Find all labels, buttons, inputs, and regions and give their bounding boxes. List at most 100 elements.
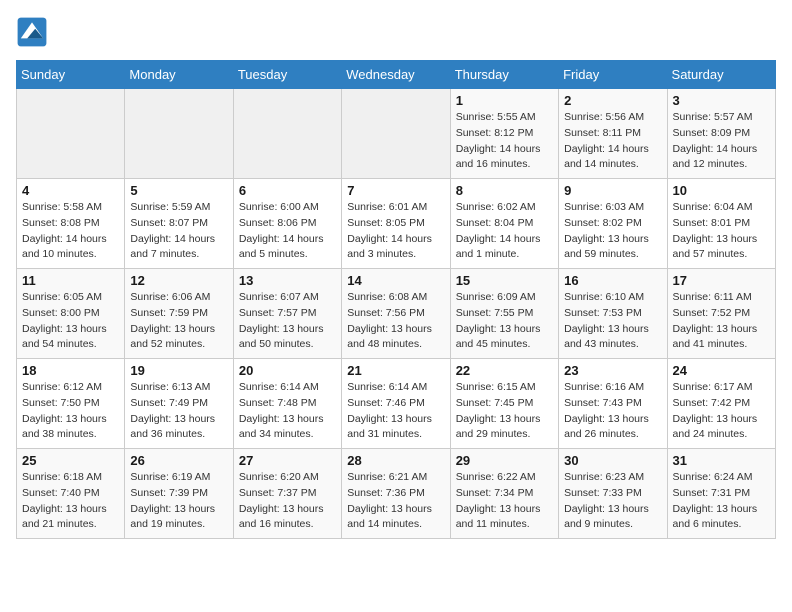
day-info: Sunrise: 6:08 AMSunset: 7:56 PMDaylight:… bbox=[347, 290, 444, 353]
day-number: 18 bbox=[22, 363, 119, 378]
calendar-cell: 11 Sunrise: 6:05 AMSunset: 8:00 PMDayligh… bbox=[17, 269, 125, 359]
day-info: Sunrise: 6:07 AMSunset: 7:57 PMDaylight:… bbox=[239, 290, 336, 353]
calendar-cell: 14 Sunrise: 6:08 AMSunset: 7:56 PMDayligh… bbox=[342, 269, 450, 359]
calendar-week-row: 1 Sunrise: 5:55 AMSunset: 8:12 PMDaylight… bbox=[17, 89, 776, 179]
day-info: Sunrise: 6:17 AMSunset: 7:42 PMDaylight:… bbox=[673, 380, 770, 443]
calendar-cell: 1 Sunrise: 5:55 AMSunset: 8:12 PMDaylight… bbox=[450, 89, 558, 179]
day-info: Sunrise: 6:12 AMSunset: 7:50 PMDaylight:… bbox=[22, 380, 119, 443]
day-info: Sunrise: 6:24 AMSunset: 7:31 PMDaylight:… bbox=[673, 470, 770, 533]
day-info: Sunrise: 5:59 AMSunset: 8:07 PMDaylight:… bbox=[130, 200, 227, 263]
calendar-cell: 16 Sunrise: 6:10 AMSunset: 7:53 PMDayligh… bbox=[559, 269, 667, 359]
calendar-header: SundayMondayTuesdayWednesdayThursdayFrid… bbox=[17, 61, 776, 89]
day-number: 6 bbox=[239, 183, 336, 198]
day-info: Sunrise: 6:23 AMSunset: 7:33 PMDaylight:… bbox=[564, 470, 661, 533]
calendar-cell: 9 Sunrise: 6:03 AMSunset: 8:02 PMDaylight… bbox=[559, 179, 667, 269]
day-info: Sunrise: 6:01 AMSunset: 8:05 PMDaylight:… bbox=[347, 200, 444, 263]
day-info: Sunrise: 6:20 AMSunset: 7:37 PMDaylight:… bbox=[239, 470, 336, 533]
calendar-cell bbox=[342, 89, 450, 179]
calendar-cell: 4 Sunrise: 5:58 AMSunset: 8:08 PMDaylight… bbox=[17, 179, 125, 269]
calendar-cell: 3Sunrise: 5:57 AMSunset: 8:09 PMDaylight… bbox=[667, 89, 775, 179]
day-number: 14 bbox=[347, 273, 444, 288]
day-number: 4 bbox=[22, 183, 119, 198]
day-number: 2 bbox=[564, 93, 661, 108]
day-info: Sunrise: 6:02 AMSunset: 8:04 PMDaylight:… bbox=[456, 200, 553, 263]
calendar-cell: 10Sunrise: 6:04 AMSunset: 8:01 PMDayligh… bbox=[667, 179, 775, 269]
day-info: Sunrise: 6:10 AMSunset: 7:53 PMDaylight:… bbox=[564, 290, 661, 353]
calendar-cell bbox=[233, 89, 341, 179]
day-number: 1 bbox=[456, 93, 553, 108]
day-info: Sunrise: 6:18 AMSunset: 7:40 PMDaylight:… bbox=[22, 470, 119, 533]
calendar-week-row: 11 Sunrise: 6:05 AMSunset: 8:00 PMDayligh… bbox=[17, 269, 776, 359]
day-number: 16 bbox=[564, 273, 661, 288]
calendar-body: 1 Sunrise: 5:55 AMSunset: 8:12 PMDaylight… bbox=[17, 89, 776, 539]
day-number: 9 bbox=[564, 183, 661, 198]
logo bbox=[16, 16, 52, 48]
weekday-header: Tuesday bbox=[233, 61, 341, 89]
day-info: Sunrise: 6:21 AMSunset: 7:36 PMDaylight:… bbox=[347, 470, 444, 533]
calendar-table: SundayMondayTuesdayWednesdayThursdayFrid… bbox=[16, 60, 776, 539]
calendar-cell: 17 Sunrise: 6:11 AMSunset: 7:52 PMDayligh… bbox=[667, 269, 775, 359]
day-info: Sunrise: 6:19 AMSunset: 7:39 PMDaylight:… bbox=[130, 470, 227, 533]
weekday-header: Friday bbox=[559, 61, 667, 89]
weekday-header: Saturday bbox=[667, 61, 775, 89]
logo-icon bbox=[16, 16, 48, 48]
calendar-cell: 22Sunrise: 6:15 AMSunset: 7:45 PMDayligh… bbox=[450, 359, 558, 449]
calendar-cell: 21Sunrise: 6:14 AMSunset: 7:46 PMDayligh… bbox=[342, 359, 450, 449]
day-info: Sunrise: 5:58 AMSunset: 8:08 PMDaylight:… bbox=[22, 200, 119, 263]
calendar-cell: 25 Sunrise: 6:18 AMSunset: 7:40 PMDayligh… bbox=[17, 449, 125, 539]
day-info: Sunrise: 6:04 AMSunset: 8:01 PMDaylight:… bbox=[673, 200, 770, 263]
day-info: Sunrise: 6:13 AMSunset: 7:49 PMDaylight:… bbox=[130, 380, 227, 443]
page-header bbox=[16, 16, 776, 48]
calendar-cell: 8 Sunrise: 6:02 AMSunset: 8:04 PMDaylight… bbox=[450, 179, 558, 269]
day-info: Sunrise: 6:06 AMSunset: 7:59 PMDaylight:… bbox=[130, 290, 227, 353]
calendar-cell: 6Sunrise: 6:00 AMSunset: 8:06 PMDaylight… bbox=[233, 179, 341, 269]
weekday-header: Sunday bbox=[17, 61, 125, 89]
day-number: 17 bbox=[673, 273, 770, 288]
day-number: 23 bbox=[564, 363, 661, 378]
day-info: Sunrise: 6:14 AMSunset: 7:46 PMDaylight:… bbox=[347, 380, 444, 443]
calendar-cell: 23 Sunrise: 6:16 AMSunset: 7:43 PMDayligh… bbox=[559, 359, 667, 449]
calendar-cell: 31 Sunrise: 6:24 AMSunset: 7:31 PMDayligh… bbox=[667, 449, 775, 539]
calendar-cell: 24 Sunrise: 6:17 AMSunset: 7:42 PMDayligh… bbox=[667, 359, 775, 449]
day-info: Sunrise: 5:55 AMSunset: 8:12 PMDaylight:… bbox=[456, 110, 553, 173]
day-number: 25 bbox=[22, 453, 119, 468]
calendar-cell: 28 Sunrise: 6:21 AMSunset: 7:36 PMDayligh… bbox=[342, 449, 450, 539]
day-number: 28 bbox=[347, 453, 444, 468]
calendar-week-row: 18 Sunrise: 6:12 AMSunset: 7:50 PMDayligh… bbox=[17, 359, 776, 449]
day-info: Sunrise: 6:05 AMSunset: 8:00 PMDaylight:… bbox=[22, 290, 119, 353]
weekday-row: SundayMondayTuesdayWednesdayThursdayFrid… bbox=[17, 61, 776, 89]
weekday-header: Monday bbox=[125, 61, 233, 89]
calendar-cell: 30 Sunrise: 6:23 AMSunset: 7:33 PMDayligh… bbox=[559, 449, 667, 539]
day-number: 30 bbox=[564, 453, 661, 468]
day-number: 15 bbox=[456, 273, 553, 288]
day-number: 8 bbox=[456, 183, 553, 198]
day-number: 12 bbox=[130, 273, 227, 288]
day-number: 26 bbox=[130, 453, 227, 468]
calendar-cell: 2 Sunrise: 5:56 AMSunset: 8:11 PMDaylight… bbox=[559, 89, 667, 179]
day-number: 31 bbox=[673, 453, 770, 468]
calendar-cell: 29Sunrise: 6:22 AMSunset: 7:34 PMDayligh… bbox=[450, 449, 558, 539]
day-info: Sunrise: 5:56 AMSunset: 8:11 PMDaylight:… bbox=[564, 110, 661, 173]
day-number: 3 bbox=[673, 93, 770, 108]
day-number: 5 bbox=[130, 183, 227, 198]
calendar-cell bbox=[125, 89, 233, 179]
calendar-cell: 5 Sunrise: 5:59 AMSunset: 8:07 PMDaylight… bbox=[125, 179, 233, 269]
calendar-cell: 27 Sunrise: 6:20 AMSunset: 7:37 PMDayligh… bbox=[233, 449, 341, 539]
calendar-cell: 12 Sunrise: 6:06 AMSunset: 7:59 PMDayligh… bbox=[125, 269, 233, 359]
day-info: Sunrise: 6:14 AMSunset: 7:48 PMDaylight:… bbox=[239, 380, 336, 443]
day-info: Sunrise: 6:11 AMSunset: 7:52 PMDaylight:… bbox=[673, 290, 770, 353]
day-number: 27 bbox=[239, 453, 336, 468]
day-info: Sunrise: 6:03 AMSunset: 8:02 PMDaylight:… bbox=[564, 200, 661, 263]
day-info: Sunrise: 6:16 AMSunset: 7:43 PMDaylight:… bbox=[564, 380, 661, 443]
calendar-cell: 20 Sunrise: 6:14 AMSunset: 7:48 PMDayligh… bbox=[233, 359, 341, 449]
day-number: 11 bbox=[22, 273, 119, 288]
day-number: 24 bbox=[673, 363, 770, 378]
day-number: 29 bbox=[456, 453, 553, 468]
day-number: 19 bbox=[130, 363, 227, 378]
calendar-cell: 19 Sunrise: 6:13 AMSunset: 7:49 PMDayligh… bbox=[125, 359, 233, 449]
calendar-week-row: 25 Sunrise: 6:18 AMSunset: 7:40 PMDayligh… bbox=[17, 449, 776, 539]
calendar-cell: 15Sunrise: 6:09 AMSunset: 7:55 PMDayligh… bbox=[450, 269, 558, 359]
day-number: 20 bbox=[239, 363, 336, 378]
calendar-cell: 7 Sunrise: 6:01 AMSunset: 8:05 PMDaylight… bbox=[342, 179, 450, 269]
day-number: 7 bbox=[347, 183, 444, 198]
